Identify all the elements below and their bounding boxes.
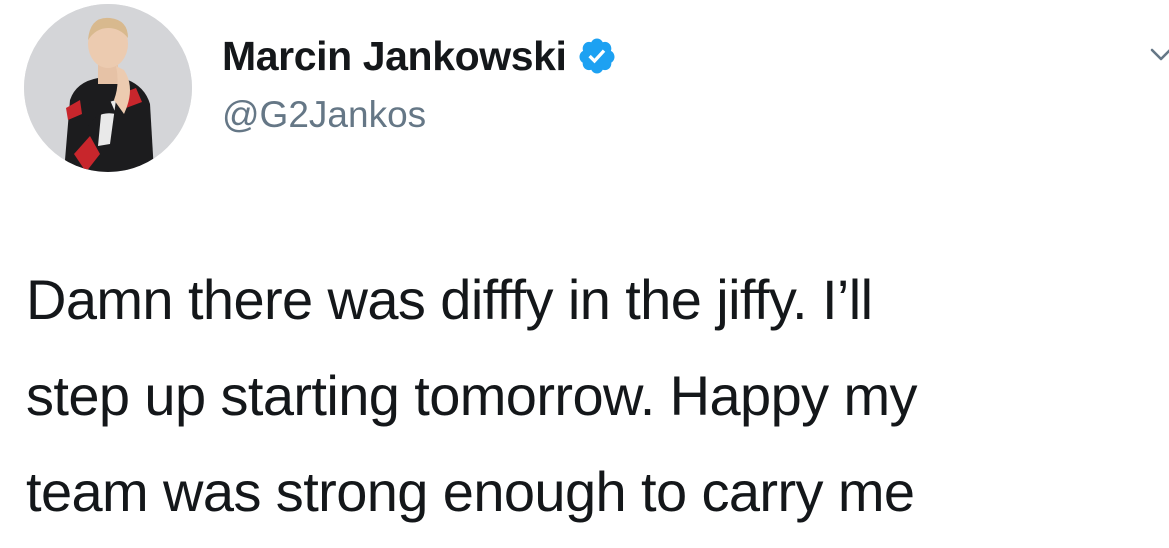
tweet-card: Marcin Jankowski @G2Jankos Damn there wa… <box>0 0 1169 548</box>
author-display-name[interactable]: Marcin Jankowski <box>222 33 567 80</box>
tweet-text: Damn there was difffy in the jiffy. I’ll… <box>26 252 1146 540</box>
author-handle[interactable]: @G2Jankos <box>222 94 617 136</box>
tweet-text-line: team was strong enough to carry me <box>26 460 915 523</box>
tweet-text-line: Damn there was difffy in the jiffy. I’ll <box>26 268 873 331</box>
author-block: Marcin Jankowski @G2Jankos <box>222 30 617 136</box>
chevron-down-icon[interactable] <box>1146 40 1169 70</box>
avatar[interactable] <box>24 4 192 172</box>
tweet-text-line: step up starting tomorrow. Happy my <box>26 364 918 427</box>
author-name-row: Marcin Jankowski <box>222 30 617 82</box>
verified-badge-icon <box>577 36 617 76</box>
avatar-image <box>24 4 192 172</box>
